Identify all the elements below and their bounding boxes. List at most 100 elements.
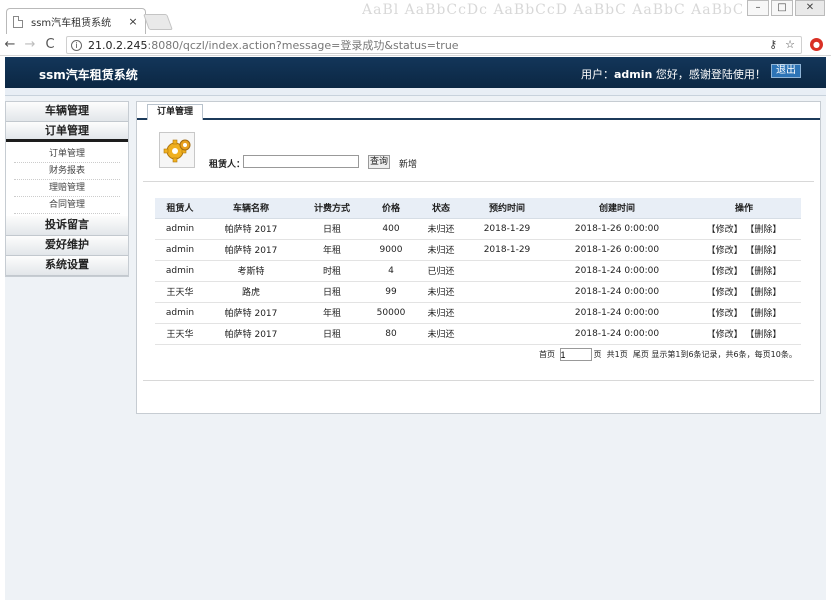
divider xyxy=(143,380,814,381)
cell-created: 2018-1-26 0:00:00 xyxy=(547,239,687,261)
cell-vehicle: 帕萨特 2017 xyxy=(205,239,297,261)
gear-icon xyxy=(159,132,195,168)
tab-close-icon[interactable]: × xyxy=(127,15,139,28)
menu-order-management[interactable]: 订单管理 xyxy=(6,122,128,142)
app-header: ssm汽车租赁系统 用户：admin 您好，感谢登陆使用！ 退出 xyxy=(5,57,826,88)
logout-button[interactable]: 退出 xyxy=(771,64,801,78)
back-button[interactable]: ← xyxy=(0,37,20,52)
table-row: 王天华 帕萨特 2017 日租 80 未归还 2018-1-24 0:00:00… xyxy=(155,323,801,345)
cell-created: 2018-1-24 0:00:00 xyxy=(547,323,687,345)
cell-reservation xyxy=(467,260,547,282)
cell-status: 未归还 xyxy=(415,218,467,240)
cell-vehicle: 帕萨特 2017 xyxy=(205,218,297,240)
submenu-financial-report[interactable]: 财务报表 xyxy=(14,163,120,180)
cell-billing: 日租 xyxy=(297,218,367,240)
cell-actions-edit-delete[interactable]: 【修改】 【删除】 xyxy=(687,323,801,345)
cell-vehicle: 帕萨特 2017 xyxy=(205,323,297,345)
new-tab-button[interactable] xyxy=(143,14,173,30)
col-renter: 租赁人 xyxy=(155,198,205,219)
cell-billing: 年租 xyxy=(297,239,367,261)
menu-vehicle-management[interactable]: 车辆管理 xyxy=(6,102,128,122)
cell-price: 400 xyxy=(367,218,415,240)
username: admin xyxy=(614,68,653,81)
cell-status: 未归还 xyxy=(415,302,467,324)
cell-vehicle: 考斯特 xyxy=(205,260,297,282)
submenu-contracts[interactable]: 合同管理 xyxy=(14,197,120,214)
col-price: 价格 xyxy=(367,198,415,219)
submenu-claims[interactable]: 理赔管理 xyxy=(14,180,120,197)
cell-price: 99 xyxy=(367,281,415,303)
key-icon[interactable]: ⚷ xyxy=(769,38,777,51)
browser-chrome: AaBl AaBbCcDc AaBbCcD AaBbC AaBbC AaBbC … xyxy=(0,0,831,34)
cell-price: 80 xyxy=(367,323,415,345)
menu-system-settings[interactable]: 系统设置 xyxy=(6,256,128,276)
app-title: ssm汽车租赁系统 xyxy=(39,68,138,82)
first-page-link[interactable]: 首页 xyxy=(539,349,555,360)
cell-actions-edit-delete[interactable]: 【修改】 【删除】 xyxy=(687,260,801,282)
close-window-button[interactable]: ✕ xyxy=(795,0,825,16)
reload-button[interactable]: C xyxy=(40,37,60,52)
tab-title: ssm汽车租赁系统 xyxy=(31,18,112,29)
menu-complaints[interactable]: 投诉留言 xyxy=(6,216,128,236)
browser-tab[interactable]: ssm汽车租赁系统 × xyxy=(6,8,146,34)
cell-reservation xyxy=(467,302,547,324)
pagination: 首页 页 共1页 尾页 显示第1到6条记录，共6条，每页10条。 xyxy=(539,348,797,361)
cell-renter: admin xyxy=(155,260,205,282)
cell-actions-edit-delete[interactable]: 【修改】 【删除】 xyxy=(687,218,801,240)
cell-billing: 日租 xyxy=(297,323,367,345)
col-actions: 操作 xyxy=(687,198,801,219)
cell-renter: admin xyxy=(155,239,205,261)
cell-billing: 日租 xyxy=(297,281,367,303)
main-panel: 订单管理 租赁人： 查询 新增 租赁人 车辆名称 计费方式 价格 状态 预约时间 xyxy=(136,101,821,414)
cell-price: 4 xyxy=(367,260,415,282)
menu-hobbies[interactable]: 爱好维护 xyxy=(6,236,128,256)
add-order-link[interactable]: 新增 xyxy=(399,157,417,170)
url-host: 21.0.2.245 xyxy=(88,38,148,52)
page-icon xyxy=(13,15,23,28)
tab-order-management[interactable]: 订单管理 xyxy=(147,104,203,120)
cell-status: 未归还 xyxy=(415,323,467,345)
total-pages: 共1页 xyxy=(606,350,628,359)
cell-actions-edit-delete[interactable]: 【修改】 【删除】 xyxy=(687,302,801,324)
cell-actions-edit-delete[interactable]: 【修改】 【删除】 xyxy=(687,281,801,303)
table-header-row: 租赁人 车辆名称 计费方式 价格 状态 预约时间 创建时间 操作 xyxy=(155,198,801,219)
cell-created: 2018-1-24 0:00:00 xyxy=(547,302,687,324)
search-button[interactable]: 查询 xyxy=(368,155,390,169)
col-reservation: 预约时间 xyxy=(467,198,547,219)
forward-button[interactable]: → xyxy=(20,37,40,52)
header-strip xyxy=(5,88,826,96)
page-number-input[interactable] xyxy=(559,348,592,361)
url-path: :8080/qczl/index.action?message=登录成功&sta… xyxy=(147,39,459,52)
address-bar[interactable]: i 21.0.2.245:8080/qczl/index.action?mess… xyxy=(66,36,802,54)
submenu-order-management[interactable]: 订单管理 xyxy=(14,146,120,163)
minimize-button[interactable]: – xyxy=(747,0,769,16)
cell-renter: admin xyxy=(155,218,205,240)
extension-icon[interactable]: ● xyxy=(810,38,823,51)
maximize-button[interactable]: □ xyxy=(771,0,793,16)
col-created: 创建时间 xyxy=(547,198,687,219)
cell-reservation xyxy=(467,323,547,345)
cell-billing: 时租 xyxy=(297,260,367,282)
info-icon[interactable]: i xyxy=(71,39,82,51)
divider xyxy=(143,181,814,182)
window-controls: – □ ✕ xyxy=(745,0,825,16)
order-submenu: 订单管理 财务报表 理赔管理 合同管理 xyxy=(6,142,128,216)
table-row: admin 帕萨特 2017 日租 400 未归还 2018-1-29 2018… xyxy=(155,218,801,240)
cell-billing: 年租 xyxy=(297,302,367,324)
user-prefix: 用户： xyxy=(581,68,614,81)
orders-table: 租赁人 车辆名称 计费方式 价格 状态 预约时间 创建时间 操作 admin 帕… xyxy=(155,198,801,345)
tab-strip: 订单管理 xyxy=(137,102,820,120)
bookmark-star-icon[interactable]: ☆ xyxy=(785,38,795,51)
cell-created: 2018-1-24 0:00:00 xyxy=(547,260,687,282)
cell-actions-edit-delete[interactable]: 【修改】 【删除】 xyxy=(687,239,801,261)
cell-created: 2018-1-26 0:00:00 xyxy=(547,218,687,240)
table-row: admin 考斯特 时租 4 已归还 2018-1-24 0:00:00 【修改… xyxy=(155,260,801,282)
cell-vehicle: 帕萨特 2017 xyxy=(205,302,297,324)
cell-status: 未归还 xyxy=(415,239,467,261)
cell-price: 9000 xyxy=(367,239,415,261)
page-suffix: 页 xyxy=(593,350,602,359)
cell-created: 2018-1-24 0:00:00 xyxy=(547,281,687,303)
last-page-link[interactable]: 尾页 xyxy=(633,349,649,360)
col-vehicle: 车辆名称 xyxy=(205,198,297,219)
renter-search-input[interactable] xyxy=(243,155,359,168)
